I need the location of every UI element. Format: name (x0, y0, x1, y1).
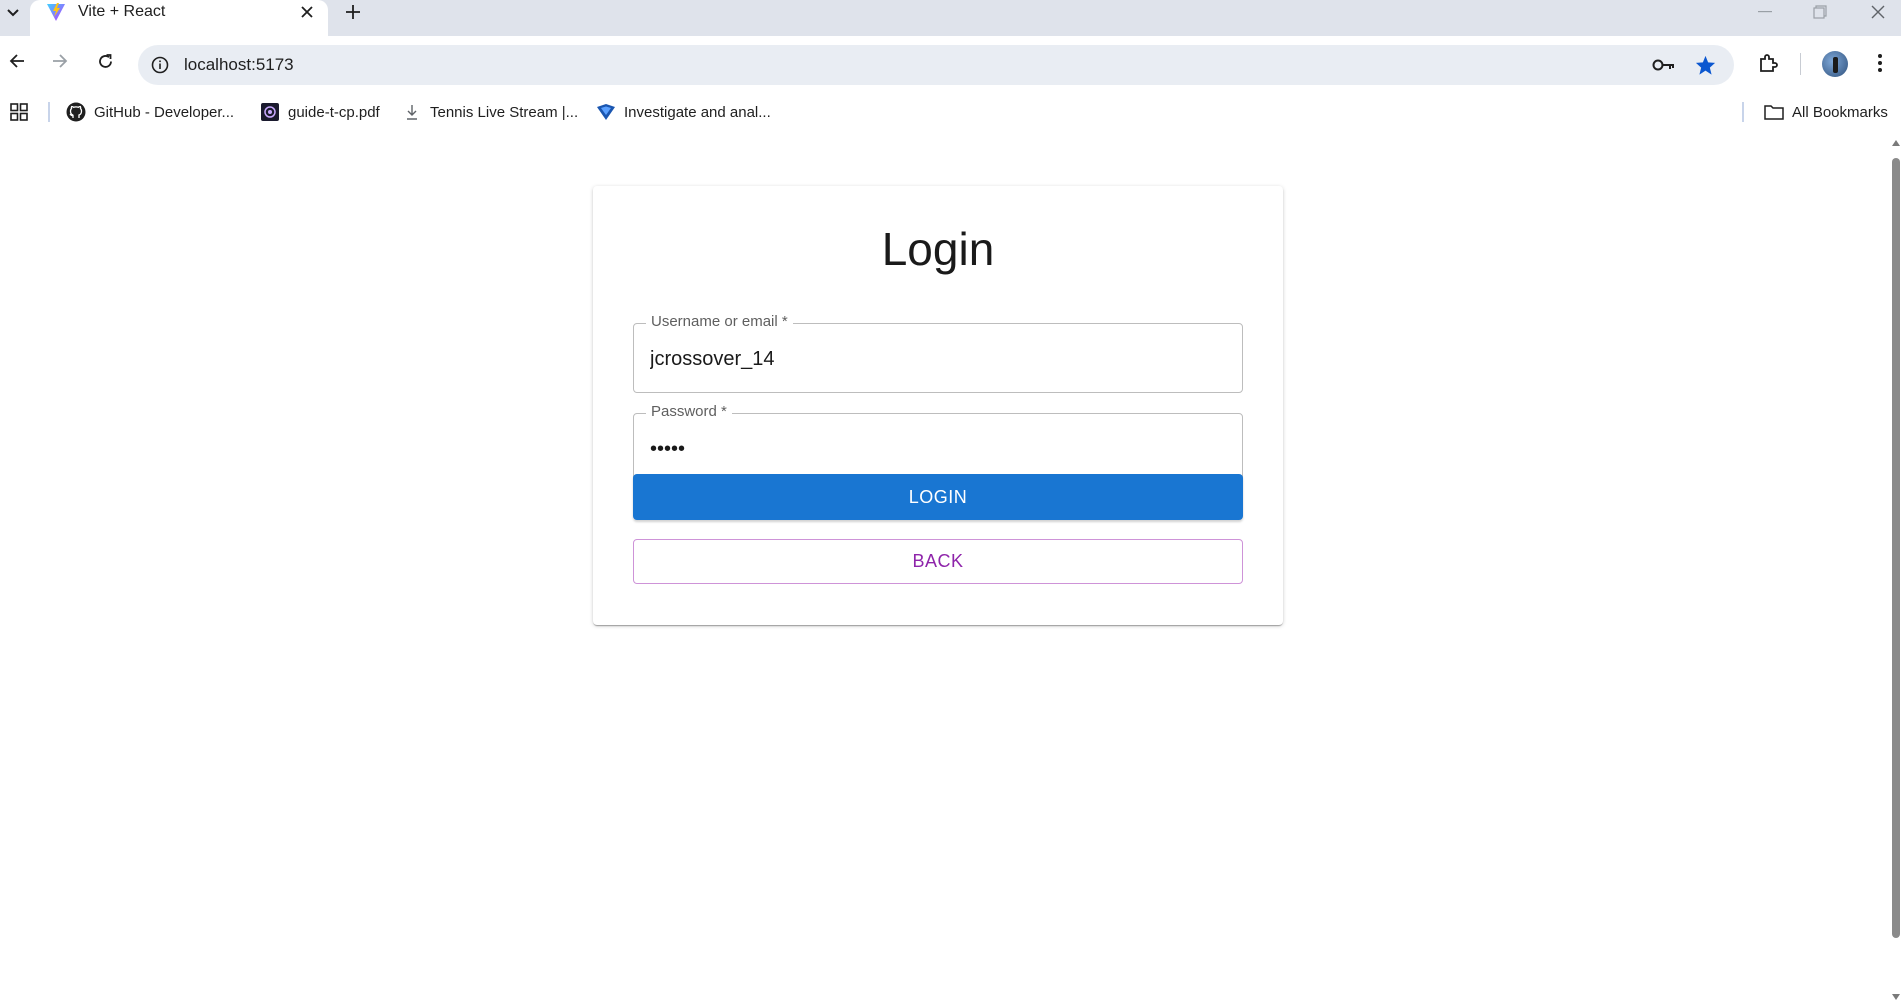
github-icon (66, 102, 86, 122)
username-field[interactable]: Username or email * (633, 313, 1243, 393)
password-field[interactable]: Password * (633, 403, 1243, 483)
tennis-icon (402, 102, 422, 122)
bookmarks-bar: GitHub - Developer... guide-t-cp.pdf Ten… (0, 94, 1901, 130)
active-tab[interactable]: Vite + React (30, 0, 328, 36)
new-tab-plus-icon[interactable] (340, 0, 366, 24)
window-close-icon[interactable] (1858, 0, 1898, 24)
all-bookmarks[interactable]: All Bookmarks (1764, 100, 1888, 124)
bookmark-guide-pdf[interactable]: guide-t-cp.pdf (260, 100, 380, 124)
bookmark-star-icon[interactable] (1693, 54, 1717, 76)
login-button[interactable]: LOGIN (633, 474, 1243, 520)
shield-icon (596, 102, 616, 122)
scroll-thumb[interactable] (1892, 158, 1900, 938)
folder-icon (1764, 102, 1784, 122)
vite-logo-icon (46, 2, 66, 22)
page-viewport: Login Username or email * Password * LOG… (0, 130, 1890, 1000)
url-text: localhost:5173 (184, 55, 294, 74)
forward-arrow-icon[interactable] (45, 46, 75, 76)
page-title: Login (881, 223, 995, 275)
bookmarks-separator (1742, 102, 1744, 122)
browser-toolbar: localhost:5173 (0, 36, 1901, 94)
bookmark-label: Tennis Live Stream |... (430, 103, 579, 121)
scroll-down-arrow-icon[interactable] (1892, 994, 1900, 1000)
back-button[interactable]: BACK (633, 539, 1243, 584)
restore-icon[interactable] (1800, 0, 1840, 24)
password-label: Password * (646, 403, 732, 420)
bookmark-label: guide-t-cp.pdf (288, 103, 380, 121)
tab-strip: Vite + React (0, 0, 1901, 36)
username-input[interactable] (650, 344, 1220, 374)
site-info-icon[interactable] (150, 55, 170, 75)
all-bookmarks-label: All Bookmarks (1792, 103, 1888, 121)
toolbar-separator (1800, 53, 1801, 75)
menu-kebab-icon[interactable] (1866, 49, 1894, 77)
apps-grid-icon[interactable] (8, 101, 30, 123)
minimize-icon[interactable] (1745, 0, 1785, 24)
login-card: Login Username or email * Password * LOG… (593, 186, 1283, 625)
password-input[interactable] (650, 434, 1220, 464)
back-arrow-icon[interactable] (2, 46, 32, 76)
bookmarks-separator (48, 102, 50, 122)
bookmark-label: GitHub - Developer... (94, 103, 235, 121)
tab-close-icon[interactable] (296, 1, 318, 23)
pdf-icon (260, 102, 280, 122)
tab-title: Vite + React (78, 3, 166, 20)
page-scrollbar[interactable] (1890, 140, 1901, 1000)
bookmark-investigate[interactable]: Investigate and anal... (596, 100, 771, 124)
address-bar[interactable]: localhost:5173 (138, 45, 1734, 85)
reload-icon[interactable] (90, 46, 120, 76)
tab-search-chevron-icon[interactable] (0, 0, 26, 26)
bookmark-label: Investigate and anal... (624, 103, 771, 121)
bookmark-github[interactable]: GitHub - Developer... (66, 100, 234, 124)
username-label: Username or email * (646, 313, 793, 330)
bookmark-tennis-live-stream[interactable]: Tennis Live Stream |... (402, 100, 578, 124)
profile-avatar[interactable] (1822, 51, 1848, 77)
password-key-icon[interactable] (1652, 54, 1676, 76)
extensions-puzzle-icon[interactable] (1754, 49, 1782, 77)
scroll-up-arrow-icon[interactable] (1892, 140, 1900, 146)
